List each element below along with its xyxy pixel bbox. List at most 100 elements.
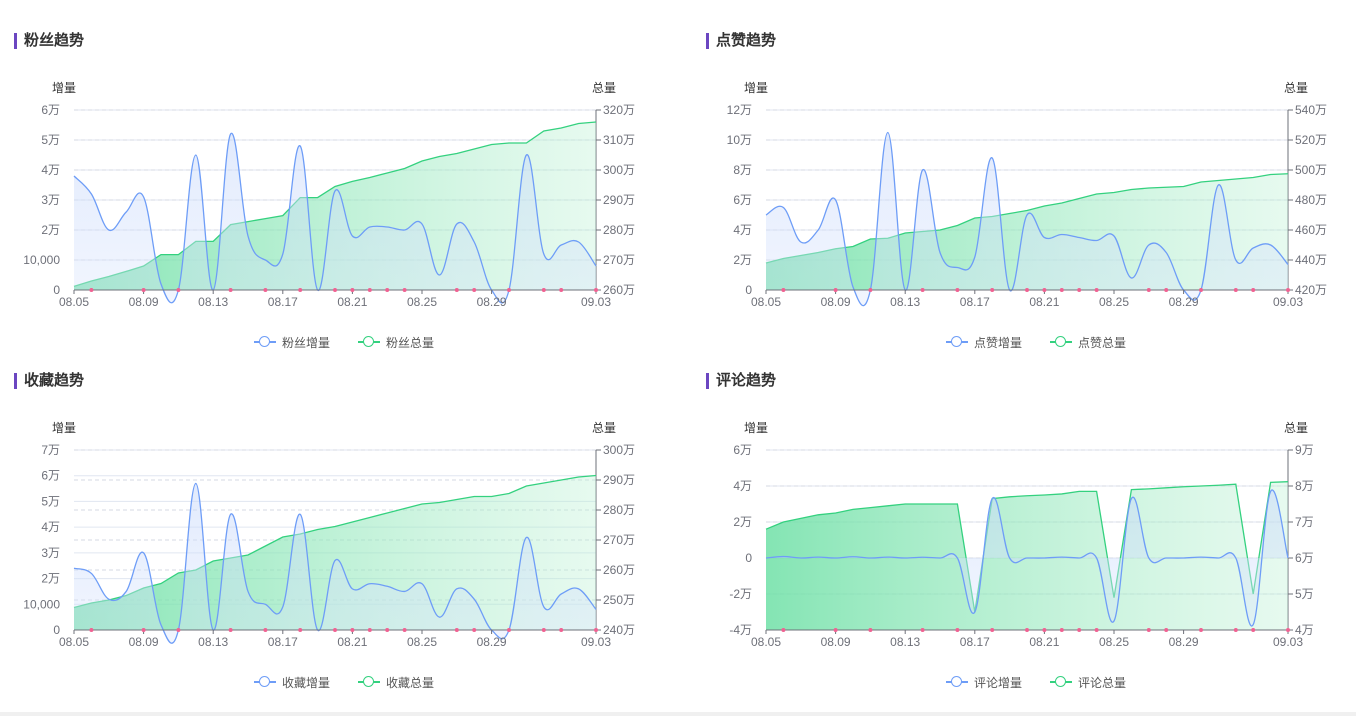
right-tick-label: 6万 xyxy=(1295,551,1314,565)
right-tick-label: 270万 xyxy=(603,533,635,547)
right-axis-label: 总量 xyxy=(592,81,616,95)
event-marker xyxy=(507,628,511,632)
event-marker xyxy=(1251,288,1256,292)
event-marker xyxy=(1059,628,1064,632)
left-tick-label: 10万 xyxy=(727,133,752,147)
event-marker xyxy=(990,288,995,292)
x-tick-label: 08.13 xyxy=(890,295,920,309)
event-marker xyxy=(990,628,995,632)
x-tick-label: 08.21 xyxy=(337,635,367,649)
x-tick-label: 08.25 xyxy=(407,295,437,309)
legend-item[interactable]: 点赞总量 xyxy=(1050,334,1126,350)
left-tick-label: 5万 xyxy=(41,494,60,508)
legend-item[interactable]: 点赞增量 xyxy=(945,334,1022,350)
event-marker xyxy=(298,628,303,632)
event-marker xyxy=(1146,628,1151,632)
comments-trend-chart: 增量 总量-4万-2万02万4万6万4万5万6万7万8万9万08.05 08.09 0… xyxy=(729,421,1314,649)
event-marker xyxy=(1042,288,1047,292)
x-tick-label: 09.03 xyxy=(1273,295,1303,309)
event-marker xyxy=(920,628,925,632)
left-tick-label: 4万 xyxy=(733,479,752,493)
right-tick-label: 460万 xyxy=(1295,223,1327,237)
legend-item[interactable]: 粉丝增量 xyxy=(253,334,330,350)
event-marker xyxy=(141,288,146,292)
right-tick-label: 320万 xyxy=(603,103,635,117)
right-tick-label: 480万 xyxy=(1295,193,1327,207)
event-marker xyxy=(367,288,372,292)
left-tick-label: 3万 xyxy=(41,546,60,560)
event-marker xyxy=(833,288,838,292)
event-marker xyxy=(454,628,459,632)
event-marker xyxy=(141,628,146,632)
event-marker xyxy=(333,288,337,292)
event-marker xyxy=(1199,628,1203,632)
right-tick-label: 280万 xyxy=(603,503,635,517)
left-tick-label: 8万 xyxy=(733,163,752,177)
right-tick-label: 5万 xyxy=(1295,587,1314,601)
total-area xyxy=(766,481,1288,630)
x-tick-label: 08.17 xyxy=(268,295,298,309)
x-tick-label: 08.21 xyxy=(337,295,367,309)
legend-label: 收藏增量 xyxy=(281,675,330,690)
event-marker xyxy=(385,628,390,632)
favorites-trend-chart: 增量 总量010,0002万3万4万5万6万7万240万250万260万270万2… xyxy=(23,421,635,649)
x-tick-label: 08.09 xyxy=(129,295,159,309)
right-tick-label: 260万 xyxy=(603,563,635,577)
right-tick-label: 440万 xyxy=(1295,253,1327,267)
event-marker xyxy=(541,628,546,632)
left-tick-label: 10,000 xyxy=(23,253,60,267)
x-tick-label: 09.03 xyxy=(581,295,611,309)
event-marker xyxy=(263,628,268,632)
x-tick-label: 08.05 xyxy=(59,295,89,309)
x-tick-label: 08.29 xyxy=(477,635,507,649)
right-tick-label: 290万 xyxy=(603,193,635,207)
right-tick-label: 7万 xyxy=(1295,515,1314,529)
left-tick-label: 4万 xyxy=(733,223,752,237)
left-tick-label: 4万 xyxy=(41,520,60,534)
right-tick-label: 500万 xyxy=(1295,163,1327,177)
event-marker xyxy=(385,288,390,292)
x-tick-label: 08.17 xyxy=(960,295,990,309)
event-marker xyxy=(1199,288,1203,292)
chart-legend: 点赞增量 点赞总量 xyxy=(706,334,1356,350)
fans-trend-panel: 粉丝趋势 增量 总量 0 10,000 2万 3万 4万 5万 6万 260万 270万 280万 29… xyxy=(14,32,674,372)
legend-swatch-icon xyxy=(945,336,968,348)
chart-legend: 收藏增量 收藏总量 xyxy=(14,674,674,690)
event-marker xyxy=(920,288,925,292)
event-marker xyxy=(1233,288,1238,292)
event-marker xyxy=(1164,628,1169,632)
x-tick-label: 08.13 xyxy=(198,635,228,649)
legend-item[interactable]: 粉丝总量 xyxy=(358,334,434,350)
event-marker xyxy=(1077,288,1082,292)
x-tick-label: 08.25 xyxy=(1099,295,1129,309)
x-tick-label: 08.25 xyxy=(407,635,437,649)
x-tick-label: 08.21 xyxy=(1029,635,1059,649)
legend-item[interactable]: 评论增量 xyxy=(945,674,1022,690)
event-marker xyxy=(472,288,477,292)
left-tick-label: 5万 xyxy=(41,133,60,147)
event-marker xyxy=(472,628,477,632)
event-marker xyxy=(559,288,564,292)
x-tick-label: 08.05 xyxy=(751,635,781,649)
event-marker xyxy=(1094,288,1099,292)
event-marker xyxy=(402,288,407,292)
chart-legend: 评论增量 评论总量 xyxy=(706,674,1356,690)
x-tick-label: 08.25 xyxy=(1099,635,1129,649)
x-tick-label: 09.03 xyxy=(1273,635,1303,649)
right-tick-label: 270万 xyxy=(603,253,635,267)
event-marker xyxy=(1251,628,1256,632)
legend-item[interactable]: 收藏总量 xyxy=(358,674,434,690)
legend-item[interactable]: 收藏增量 xyxy=(253,674,330,690)
left-axis-label: 增量 xyxy=(52,421,76,435)
right-tick-label: 250万 xyxy=(603,593,635,607)
legend-item[interactable]: 评论总量 xyxy=(1050,674,1126,690)
event-marker xyxy=(559,628,564,632)
x-tick-label: 08.29 xyxy=(477,295,507,309)
event-marker xyxy=(367,628,372,632)
left-tick-label: 3万 xyxy=(41,193,60,207)
legend-swatch-icon xyxy=(358,336,380,348)
right-axis-label: 总量 xyxy=(1284,421,1308,435)
event-marker xyxy=(781,628,786,632)
event-marker xyxy=(1042,628,1047,632)
x-tick-label: 08.05 xyxy=(751,295,781,309)
